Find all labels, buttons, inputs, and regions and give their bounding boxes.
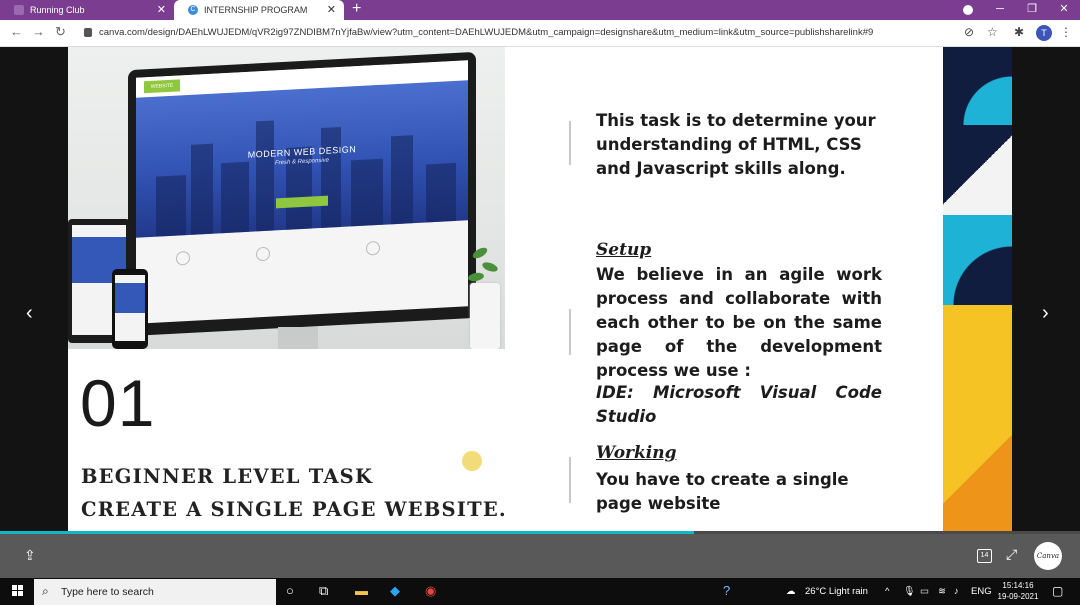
divider [569, 309, 571, 355]
profile-avatar[interactable]: T [1036, 25, 1052, 41]
url-field[interactable]: canva.com/design/DAEhLWUJEDM/qVR2ig97ZND… [99, 27, 873, 38]
vscode-icon[interactable]: ◆ [390, 583, 400, 599]
plant-pot [470, 283, 500, 349]
battery-icon[interactable]: ▭ [920, 586, 929, 597]
mockup-chart-icon [176, 250, 190, 266]
mockup-pie-icon [366, 240, 380, 256]
phone [112, 269, 148, 349]
slide-number: 01 [80, 366, 156, 440]
task-level-title: BEGINNER LEVEL TASK [81, 465, 374, 488]
working-heading: Working [596, 443, 677, 463]
menu-kebab-icon[interactable]: ⋮ [1060, 25, 1072, 39]
address-bar-row: ← → ↻ canva.com/design/DAEhLWUJEDM/qVR2i… [0, 20, 1080, 47]
back-icon[interactable]: ← [10, 24, 23, 39]
cortana-icon[interactable]: ○ [286, 583, 294, 598]
next-slide-icon[interactable]: › [1042, 302, 1049, 325]
viewer-controls [0, 534, 1080, 578]
volume-icon[interactable]: ♪ [954, 586, 959, 597]
help-icon[interactable]: ? [723, 583, 730, 598]
eye-off-icon[interactable]: ⊘ [964, 25, 974, 39]
search-placeholder: Type here to search [61, 586, 154, 598]
taskbar-search[interactable]: ⌕ Type here to search [34, 579, 276, 605]
weather-icon[interactable]: ☁ [786, 586, 796, 597]
divider [569, 121, 571, 165]
windows-start-icon[interactable] [12, 585, 24, 597]
language-indicator[interactable]: ENG [971, 586, 992, 597]
close-window-button[interactable]: ✕ [1049, 0, 1079, 20]
setup-text: We believe in an agile work process and … [596, 265, 882, 380]
tab-label: Running Club [30, 5, 85, 15]
divider [569, 457, 571, 503]
minimize-button[interactable]: ─ [985, 0, 1015, 20]
reload-icon[interactable]: ↻ [55, 24, 66, 40]
slide: WEBSITE MODERN WEB DESIGN Fresh & Respon… [68, 47, 1012, 535]
plant-leaf [481, 260, 499, 274]
microphone-icon[interactable]: 🎙 [903, 586, 915, 597]
task-view-icon[interactable]: ⧉ [319, 583, 328, 599]
tab-internship-program[interactable]: C INTERNSHIP PROGRAM ✕ [174, 0, 344, 20]
close-tab-icon[interactable]: ✕ [327, 3, 336, 16]
search-icon: ⌕ [42, 584, 49, 598]
maximize-button[interactable]: ❐ [1017, 0, 1047, 20]
notifications-icon[interactable]: ▢ [1052, 584, 1063, 598]
decorative-dot [462, 451, 482, 471]
previous-slide-icon[interactable]: ‹ [26, 302, 33, 325]
browser-tab-strip: Running Club ✕ C INTERNSHIP PROGRAM ✕ + … [0, 0, 1080, 20]
canva-logo[interactable]: Canva [1034, 542, 1062, 570]
record-indicator-icon [963, 5, 973, 15]
new-tab-button[interactable]: + [352, 0, 361, 20]
chrome-icon[interactable]: ◉ [425, 583, 436, 599]
page-number-badge[interactable]: 14 [977, 549, 992, 563]
bookmark-star-icon[interactable]: ☆ [987, 25, 998, 39]
mockup-clock-icon [256, 246, 270, 262]
clock-time: 15:14:16 [1002, 581, 1034, 590]
lock-icon[interactable] [84, 28, 92, 37]
setup-heading: Setup [596, 240, 652, 260]
monitor-stand [278, 327, 318, 349]
tab-label: INTERNSHIP PROGRAM [204, 5, 308, 15]
task-title: CREATE A SINGLE PAGE WEBSITE. [81, 498, 507, 521]
decorative-pattern [943, 47, 1012, 535]
devices-mockup-image: WEBSITE MODERN WEB DESIGN Fresh & Respon… [68, 47, 505, 349]
clock-date: 19-09-2021 [997, 592, 1039, 601]
monitor: WEBSITE MODERN WEB DESIGN Fresh & Respon… [128, 51, 476, 337]
wifi-icon[interactable]: ≋ [938, 586, 946, 597]
weather-text[interactable]: 26°C Light rain [805, 586, 868, 597]
fullscreen-icon[interactable]: ⤢ [1006, 546, 1017, 563]
taskbar-clock[interactable]: 15:14:16 19-09-2021 [996, 580, 1040, 602]
canva-favicon-icon: C [188, 5, 198, 15]
file-explorer-icon[interactable]: ▬ [355, 583, 368, 598]
ide-text: IDE: Microsoft Visual Code Studio [596, 383, 882, 426]
mockup-nav-label: WEBSITE [144, 79, 180, 94]
extensions-icon[interactable]: ✱ [1014, 25, 1024, 39]
tab-running-club[interactable]: Running Club ✕ [0, 0, 174, 20]
close-tab-icon[interactable]: ✕ [157, 3, 166, 16]
share-icon[interactable]: ⇪ [24, 547, 36, 564]
forward-icon[interactable]: → [32, 24, 45, 39]
running-club-favicon-icon [14, 5, 24, 15]
working-text: You have to create a single page website [596, 470, 849, 513]
tray-chevron-icon[interactable]: ^ [885, 586, 889, 597]
intro-text: This task is to determine your understan… [596, 111, 876, 178]
